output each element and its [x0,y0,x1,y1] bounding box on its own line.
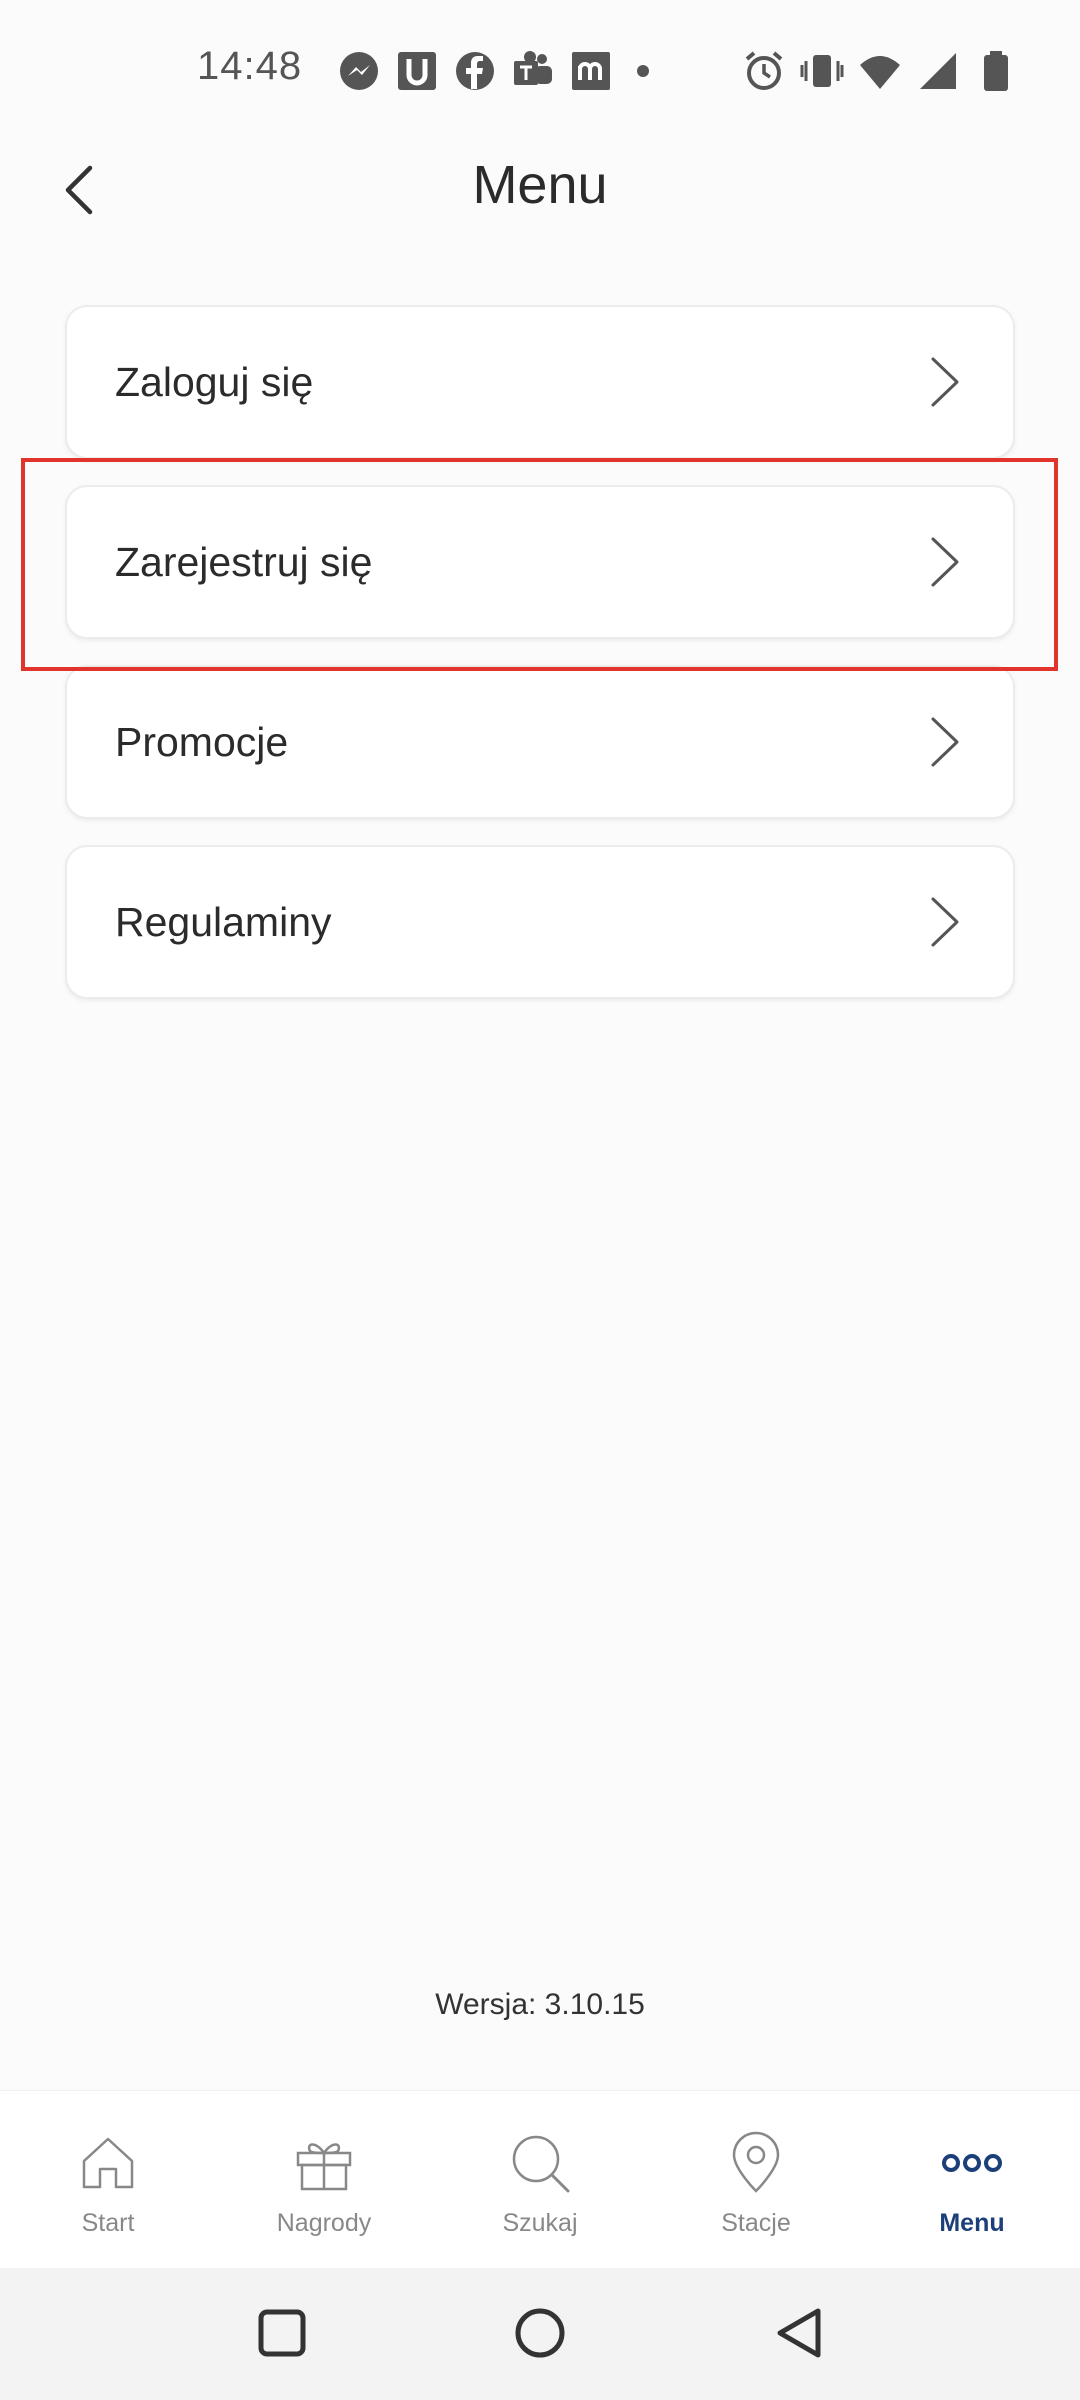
signal-icon [916,49,960,93]
screen: 14:48 Menu Zaloguj się Zarejestruj się P… [0,0,1080,2400]
nav-item-search[interactable]: Szukaj [432,2091,648,2269]
battery-icon [974,49,1018,93]
back-system-button[interactable] [765,2300,835,2370]
nav-label: Nagrody [276,2209,372,2237]
menu-item-terms[interactable]: Regulaminy [65,845,1015,999]
status-time: 14:48 [197,44,303,88]
messenger-icon [337,49,381,93]
nav-item-rewards[interactable]: Nagrody [216,2091,432,2269]
nav-label: Stacje [721,2209,791,2237]
chevron-right-icon [929,535,961,589]
menu-item-register[interactable]: Zarejestruj się [65,485,1015,639]
alarm-icon [742,49,786,93]
nav-label: Szukaj [502,2209,578,2237]
recents-button[interactable] [247,2300,317,2370]
search-icon [508,2131,572,2195]
home-circle-icon [510,2303,570,2368]
more-dots-icon [940,2131,1004,2195]
status-bar: 14:48 [0,0,1080,140]
menu-item-label: Zaloguj się [115,358,314,405]
nav-item-start[interactable]: Start [0,2091,216,2269]
nav-label: Start [81,2209,135,2237]
nav-item-stations[interactable]: Stacje [648,2091,864,2269]
chevron-right-icon [929,715,961,769]
status-notification-icons [337,48,659,94]
facebook-icon [453,49,497,93]
u-app-icon [395,49,439,93]
status-system-icons [742,48,1018,94]
teams-icon [511,49,555,93]
chevron-right-icon [929,895,961,949]
menu-item-label: Zarejestruj się [115,538,373,585]
menu-item-login[interactable]: Zaloguj się [65,305,1015,459]
recents-icon [252,2303,312,2368]
home-system-button[interactable] [505,2300,575,2370]
wifi-icon [858,49,902,93]
m-app-icon [569,49,613,93]
bottom-nav: Start Nagrody Szukaj Stacje Menu [0,2090,1080,2268]
back-triangle-icon [770,2303,830,2368]
chevron-right-icon [929,355,961,409]
nav-label: Menu [939,2209,1005,2237]
app-version: Wersja: 3.10.15 [435,1988,645,2021]
app-header: Menu [0,140,1080,240]
menu-item-promotions[interactable]: Promocje [65,665,1015,819]
page-title: Menu [472,155,608,215]
menu-list: Zaloguj się Zarejestruj się Promocje Reg… [65,305,1015,1025]
vibrate-icon [800,49,844,93]
nav-item-menu[interactable]: Menu [864,2091,1080,2269]
notification-dot [637,65,649,77]
gift-icon [292,2131,356,2195]
menu-item-label: Promocje [115,718,289,765]
system-nav-bar [0,2268,1080,2400]
home-icon [76,2131,140,2195]
location-pin-icon [724,2131,788,2195]
menu-item-label: Regulaminy [115,898,332,945]
